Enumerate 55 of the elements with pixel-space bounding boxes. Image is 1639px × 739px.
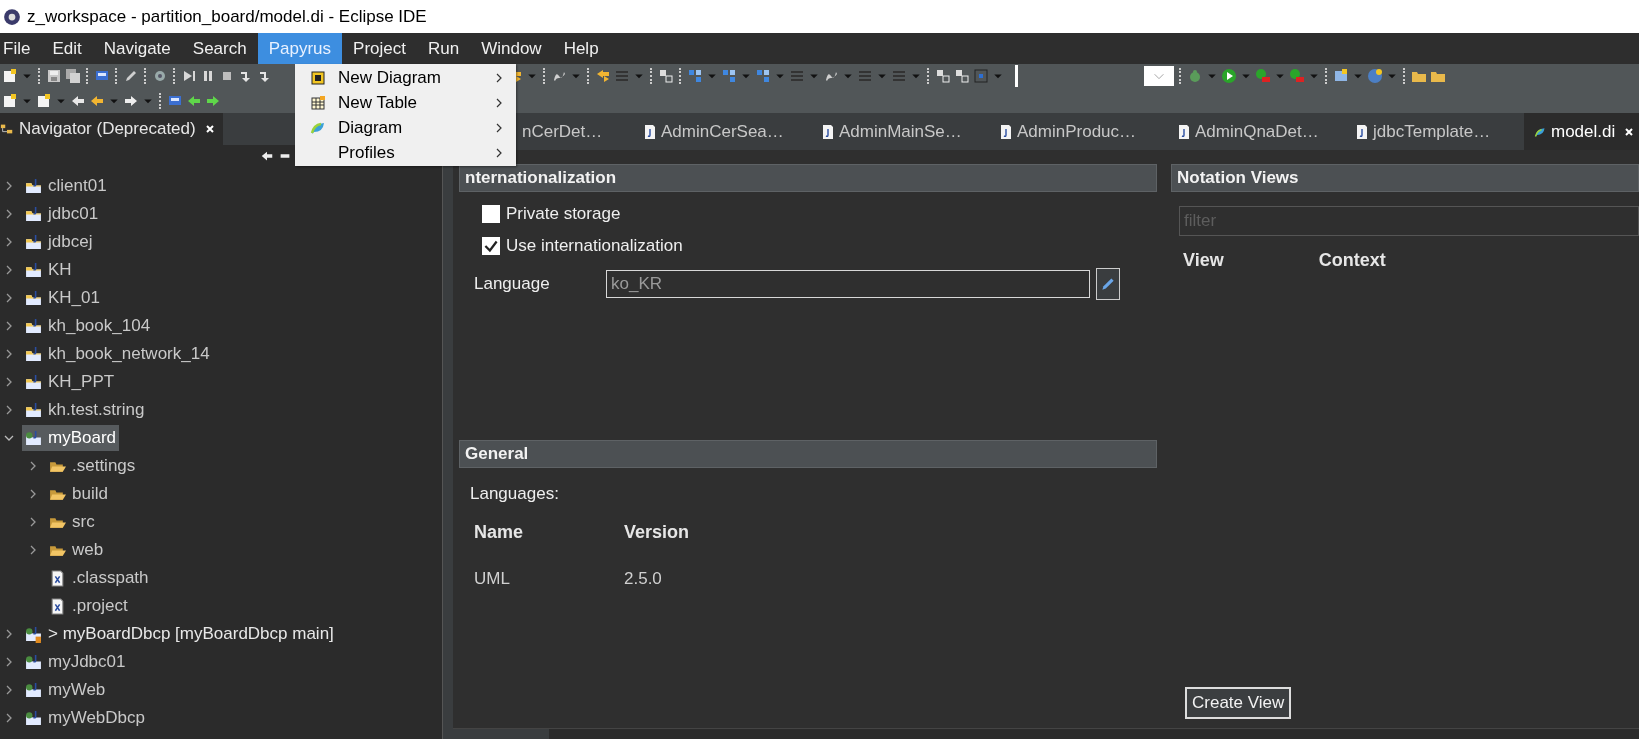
create-view-button[interactable]: Create View [1185,687,1292,719]
tree-item[interactable]: client01 [22,173,110,199]
menu-item[interactable]: Help [552,33,610,64]
tree-item[interactable]: .classpath [46,565,152,591]
tree-item[interactable]: kh_book_network_14 [22,341,213,367]
column-header: View [1183,250,1224,271]
tree-item[interactable]: KH_01 [22,285,103,311]
tree-item[interactable]: build [46,481,111,507]
view-tab[interactable]: Navigator (Deprecated) [0,113,223,145]
menu-item[interactable]: Search [181,33,258,64]
editor-tab[interactable]: model.di [1524,113,1639,150]
tree-item[interactable]: kh_book_104 [22,313,154,339]
window-title: z_workspace - partition_board/model.di - Eclipse IDE [27,6,427,27]
section-header: General [459,440,1157,468]
field-label: Language [474,274,551,294]
tree-item[interactable]: > myBoardDbcp [myBoardDbcp main] [22,621,337,647]
tree-item[interactable]: myJdbc01 [22,649,129,675]
editor-tab[interactable]: AdminCerSea… [634,113,812,150]
tree-item[interactable]: src [46,509,98,535]
checkbox-label: Use internationalization [506,236,683,256]
table-cell-text: 2.5.0 [624,569,663,589]
menu-item[interactable]: Diagram [295,115,516,140]
tree-item[interactable]: myWebDbcp [22,705,148,731]
menu-item[interactable]: Window [470,33,553,64]
section-header: nternationalization [459,164,1157,192]
editor-tab[interactable]: AdminProduc… [990,113,1168,150]
tree-item[interactable]: kh.test.string [22,397,148,423]
column-header: Version [624,522,691,543]
editor-tab[interactable]: AdminMainSe… [812,113,990,150]
menu-item[interactable]: Profiles [295,140,516,165]
menu-item[interactable]: Run [417,33,471,64]
menu-item[interactable]: Project [342,33,417,64]
column-header: Name [474,522,525,543]
language-field[interactable]: ko_KR [606,270,1090,298]
table-cell-text: UML [474,569,511,589]
menu-item[interactable]: Edit [41,33,93,64]
tree-item[interactable]: myBoard [22,425,120,451]
column-header: Context [1318,250,1386,271]
tree-item[interactable]: jdbc01 [22,201,102,227]
list-label: Languages: [469,483,560,504]
editor-tab[interactable]: jdbcTemplate… [1346,113,1524,150]
menu-item[interactable]: File [0,33,42,64]
tree-item[interactable]: myWeb [22,677,109,703]
tree-item[interactable]: KH_PPT [22,369,118,395]
tree-item[interactable]: .settings [46,453,139,479]
section-header: Notation Views [1171,164,1639,192]
menu-item[interactable]: New Table [295,90,516,115]
editor-tab[interactable]: AdminQnaDet… [1168,113,1346,150]
tree-item[interactable]: web [46,537,107,563]
tree-item[interactable]: jdbcej [22,229,96,255]
menu-item[interactable]: Navigate [92,33,182,64]
checkbox-label: Private storage [506,204,621,224]
tree-item[interactable]: .project [46,593,131,619]
tree-item[interactable]: KH [22,257,75,283]
menu-item[interactable]: New Diagram [295,65,516,90]
